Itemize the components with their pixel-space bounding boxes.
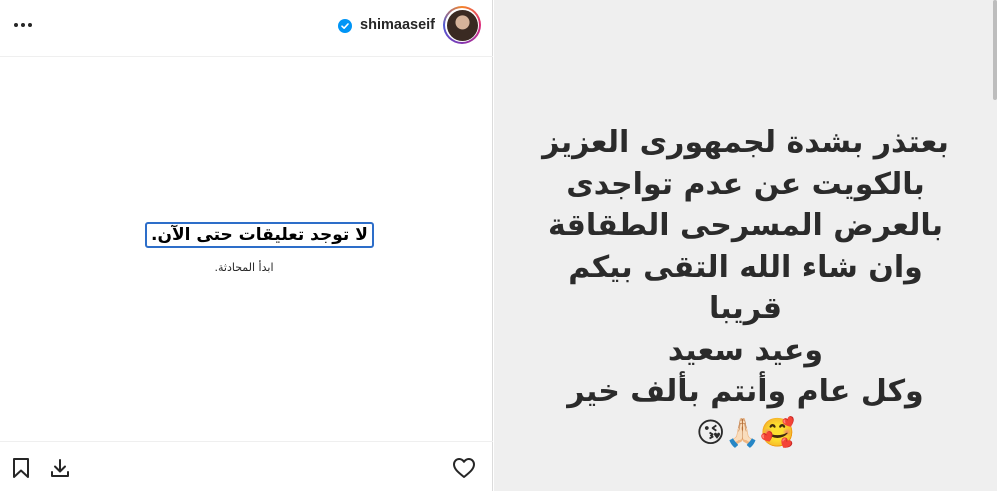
start-conversation-text: ابدأ المحادثة. — [214, 261, 274, 274]
avatar[interactable] — [443, 6, 481, 44]
more-horizontal-icon — [14, 23, 32, 27]
story-line: قريبا — [708, 291, 783, 326]
story-line: وان شاء الله التقى بيكم — [568, 249, 923, 285]
story-line: وعيد سعيد — [667, 332, 824, 368]
post-author: shimaaseif — [338, 6, 481, 44]
post-header: shimaaseif — [0, 0, 493, 57]
post-image-text: بعتذر بشدة لجمهورى العزيز بالكويت عن عدم… — [494, 122, 997, 453]
story-line: بالكويت عن عدم تواجدى — [566, 166, 925, 202]
avatar-border — [445, 8, 479, 42]
download-button[interactable] — [47, 455, 73, 481]
download-icon — [51, 459, 69, 477]
verified-badge-icon — [338, 18, 353, 33]
save-button[interactable] — [8, 455, 34, 481]
scrollbar[interactable] — [993, 0, 997, 100]
story-line: وكل عام وأنتم بألف خير — [567, 374, 924, 409]
more-options-button[interactable] — [12, 14, 34, 36]
username-link[interactable]: shimaaseif — [360, 17, 435, 33]
bookmark-icon — [13, 458, 29, 478]
avatar-image — [446, 9, 478, 41]
story-emojis: 🥰🙏🏻😘 — [696, 415, 795, 449]
heart-icon — [453, 458, 475, 478]
action-bar — [0, 441, 493, 491]
story-line: بالعرض المسرحى الطقاقة — [548, 208, 943, 243]
post-panel: shimaaseif لا توجد تعليقات حتى الآن. ابد… — [0, 0, 493, 491]
like-button[interactable] — [451, 455, 477, 481]
story-line: بعتذر بشدة لجمهورى العزيز — [542, 125, 949, 160]
no-comments-heading: لا توجد تعليقات حتى الآن. — [145, 222, 374, 248]
